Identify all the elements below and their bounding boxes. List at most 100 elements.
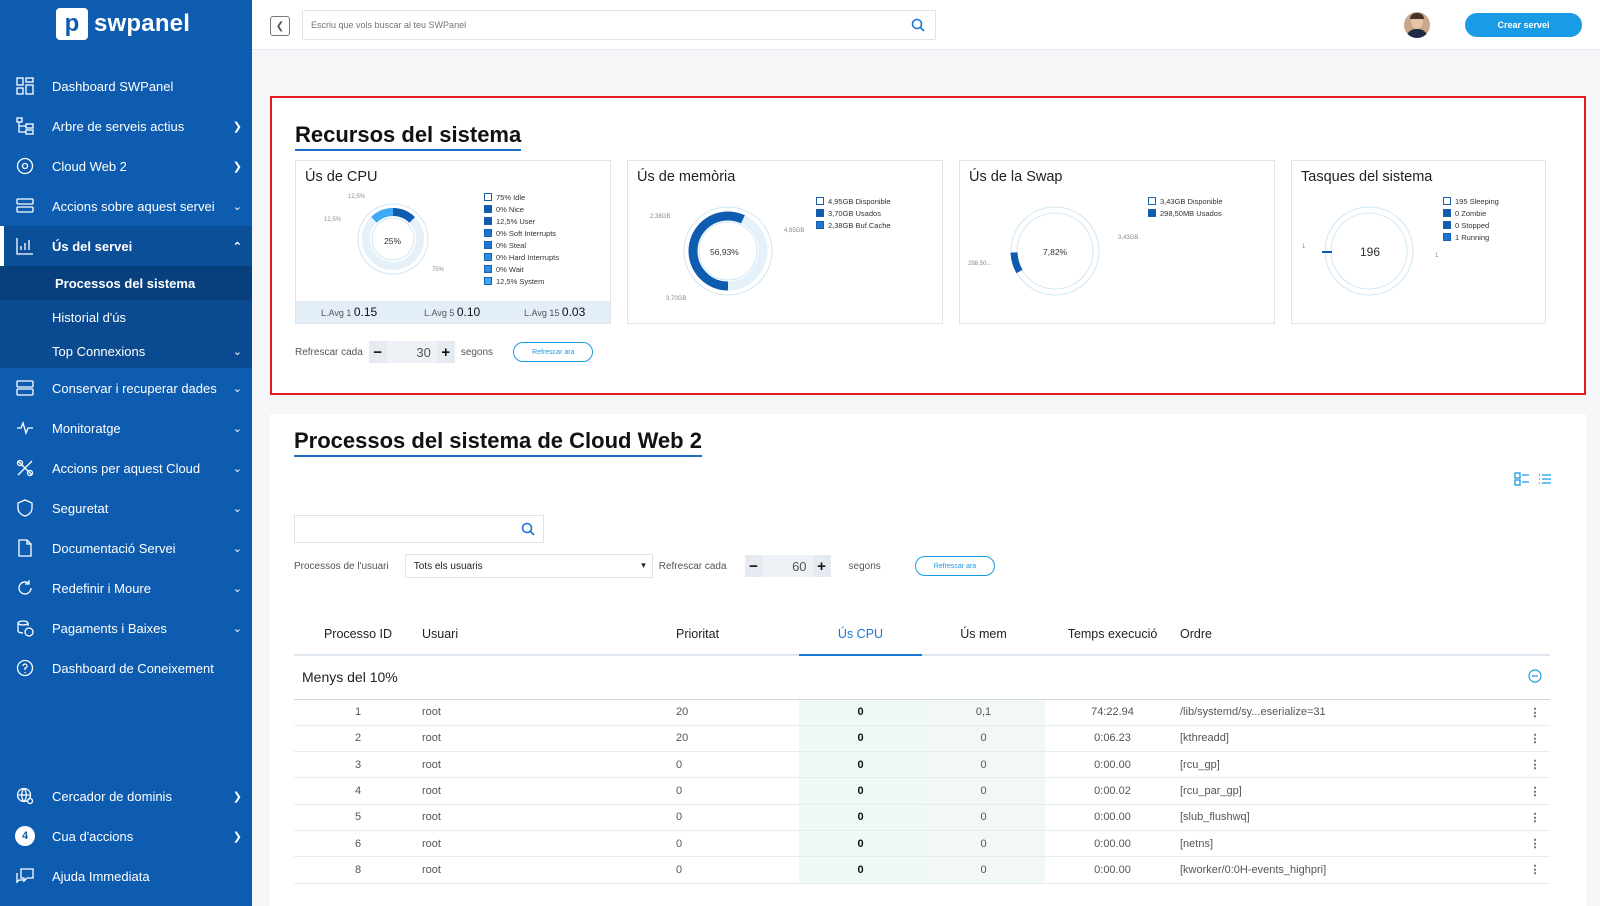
avatar[interactable] xyxy=(1404,12,1430,38)
increment-button[interactable]: + xyxy=(812,555,831,577)
more-options-icon[interactable]: ⋮ xyxy=(1520,751,1550,779)
chevron-down-icon: ▾ xyxy=(641,560,646,570)
column-header-sorted[interactable]: Ús CPU xyxy=(799,613,922,656)
process-search-input[interactable] xyxy=(295,516,515,542)
sidebar-item-dashboard[interactable]: Dashboard SWPanel xyxy=(0,66,252,106)
cell-user: root xyxy=(422,804,676,831)
sidebar-item-service-actions[interactable]: Accions sobre aquest servei ⌄ xyxy=(0,186,252,226)
cell-pid: 1 xyxy=(294,699,422,726)
table-row[interactable]: 5 root 0 0 0 0:00.00 [slub_flushwq] ⋮ xyxy=(294,804,1550,831)
cell-mem: 0 xyxy=(922,830,1045,858)
table-row[interactable]: 3 root 0 0 0 0:00.00 [rcu_gp] ⋮ xyxy=(294,751,1550,779)
cell-cmd: [netns] xyxy=(1180,830,1520,858)
collapse-group-icon[interactable] xyxy=(1520,655,1550,700)
column-header[interactable]: Prioritat xyxy=(676,613,799,656)
more-options-icon[interactable]: ⋮ xyxy=(1520,725,1550,753)
global-search-input[interactable] xyxy=(303,11,893,39)
column-header[interactable]: Ús mem xyxy=(922,613,1045,656)
sidebar-subitem-history[interactable]: Historial d'ús xyxy=(0,300,252,334)
create-service-button[interactable]: Crear servei xyxy=(1465,13,1582,37)
sidebar-item-cloud-actions[interactable]: Accions per aquest Cloud ⌄ xyxy=(0,448,252,488)
globe-search-icon xyxy=(14,785,36,807)
document-icon xyxy=(14,537,36,559)
table-row[interactable]: 6 root 0 0 0 0:00.00 [netns] ⋮ xyxy=(294,830,1550,858)
cell-prio: 20 xyxy=(676,699,799,726)
card-title: Ús de CPU xyxy=(305,169,378,185)
legend-item: 1 Running xyxy=(1443,231,1499,243)
list-view-icon[interactable] xyxy=(1538,472,1552,491)
refresh-interval-value[interactable]: 30 xyxy=(387,345,437,360)
sidebar-item-backup[interactable]: Conservar i recuperar dades ⌄ xyxy=(0,368,252,408)
sidebar-item-monitoring[interactable]: Monitoratge ⌄ xyxy=(0,408,252,448)
refresh-now-button[interactable]: Refrescar ara xyxy=(513,342,594,362)
cell-mem: 0 xyxy=(922,751,1045,779)
card-title: Ús de la Swap xyxy=(969,169,1063,185)
more-options-icon[interactable]: ⋮ xyxy=(1520,699,1550,726)
cell-cmd: [rcu_gp] xyxy=(1180,751,1520,779)
processes-panel: Processos del sistema de Cloud Web 2 Pro… xyxy=(270,414,1586,906)
table-row[interactable]: 2 root 20 0 0 0:06.23 [kthreadd] ⋮ xyxy=(294,725,1550,753)
logo[interactable]: p swpanel xyxy=(56,8,190,40)
cloud-target-icon xyxy=(14,155,36,177)
donut-center-value: 25% xyxy=(384,236,402,246)
cell-pid: 4 xyxy=(294,777,422,805)
sidebar-item-security[interactable]: Seguretat ⌄ xyxy=(0,488,252,528)
chevron-down-icon: ⌄ xyxy=(232,582,242,595)
sidebar-nav: Dashboard SWPanel Arbre de serveis actiu… xyxy=(0,66,252,688)
sidebar-toggle-icon[interactable]: ❮ xyxy=(270,16,290,36)
process-filter-row: Processos de l'usuari Tots els usuaris ▾… xyxy=(294,554,996,578)
sidebar-item-label: Cercador de dominis xyxy=(52,788,172,804)
cell-mem: 0 xyxy=(922,777,1045,805)
column-header[interactable]: Temps execució xyxy=(1045,613,1180,656)
search-icon[interactable] xyxy=(521,522,535,541)
sidebar-item-label: Arbre de serveis actius xyxy=(52,118,185,134)
sidebar-item-domain-search[interactable]: Cercador de dominis ❯ xyxy=(0,776,252,816)
sidebar-item-cloud-web[interactable]: Cloud Web 2 ❯ xyxy=(0,146,252,186)
column-header[interactable]: Processo ID xyxy=(294,613,422,656)
sidebar-item-knowledge[interactable]: Dashboard de Coneixement xyxy=(0,648,252,688)
table-row[interactable]: 8 root 0 0 0 0:00.00 [kworker/0:0H-events_high… xyxy=(294,856,1550,884)
sidebar-subitem-top-connections[interactable]: Top Connexions ⌄ xyxy=(0,334,252,368)
chevron-right-icon: ❯ xyxy=(232,830,242,843)
table-row[interactable]: 1 root 20 0 0,1 74:22.94/lib/systemd/sy...ese… xyxy=(294,699,1550,726)
sidebar-item-action-queue[interactable]: 4 Cua d'accions ❯ xyxy=(0,816,252,856)
cell-pid: 6 xyxy=(294,830,422,858)
table-row[interactable]: 4 root 0 0 0 0:00.02 [rcu_par_gp] ⋮ xyxy=(294,777,1550,805)
decrement-button[interactable]: − xyxy=(368,341,387,363)
tasks-legend: 195 Sleeping 0 Zombie 0 Stopped 1 Runnin… xyxy=(1443,195,1499,243)
search-icon[interactable] xyxy=(911,18,925,37)
sidebar-item-help[interactable]: Ajuda Immediata xyxy=(0,856,252,896)
sidebar-item-label: Cua d'accions xyxy=(52,828,134,844)
cell-user: root xyxy=(422,751,676,779)
increment-button[interactable]: + xyxy=(436,341,455,363)
sidebar-item-tree[interactable]: Arbre de serveis actius ❯ xyxy=(0,106,252,146)
more-options-icon[interactable]: ⋮ xyxy=(1520,804,1550,831)
donut-label: 298,50... xyxy=(968,261,992,267)
sidebar-item-label: Dashboard SWPanel xyxy=(52,78,174,94)
sidebar-subitem-processes[interactable]: Processos del sistema xyxy=(0,266,252,300)
refresh-interval-value[interactable]: 60 xyxy=(763,559,813,574)
sidebar-item-payments[interactable]: Pagaments i Baixes ⌄ xyxy=(0,608,252,648)
sidebar-item-service-usage[interactable]: Ús del servei ⌃ xyxy=(0,226,252,266)
legend-item: 0% Wait xyxy=(484,263,559,275)
user-filter-select[interactable]: Tots els usuaris ▾ xyxy=(404,554,653,578)
column-header[interactable]: Usuari xyxy=(422,613,676,656)
donut-center-value: 7,82% xyxy=(1043,247,1068,257)
legend-item: 298,50MB Usados xyxy=(1148,207,1223,219)
queue-count-badge: 4 xyxy=(15,826,35,846)
grid-view-icon[interactable] xyxy=(1514,472,1530,491)
cell-mem: 0 xyxy=(922,804,1045,831)
more-options-icon[interactable]: ⋮ xyxy=(1520,777,1550,805)
sidebar-item-redefine[interactable]: Redefinir i Moure ⌄ xyxy=(0,568,252,608)
refresh-now-button[interactable]: Refrescar ara xyxy=(914,556,996,576)
cell-prio: 0 xyxy=(676,804,799,831)
chevron-down-icon: ⌄ xyxy=(232,345,242,358)
legend-item: 75% Idle xyxy=(484,191,559,203)
cell-user: root xyxy=(422,699,676,726)
sidebar-item-documentation[interactable]: Documentació Servei ⌄ xyxy=(0,528,252,568)
more-options-icon[interactable]: ⋮ xyxy=(1520,856,1550,884)
decrement-button[interactable]: − xyxy=(744,555,763,577)
column-header[interactable]: Ordre xyxy=(1180,613,1520,656)
more-options-icon[interactable]: ⋮ xyxy=(1520,830,1550,858)
cell-prio: 20 xyxy=(676,725,799,753)
